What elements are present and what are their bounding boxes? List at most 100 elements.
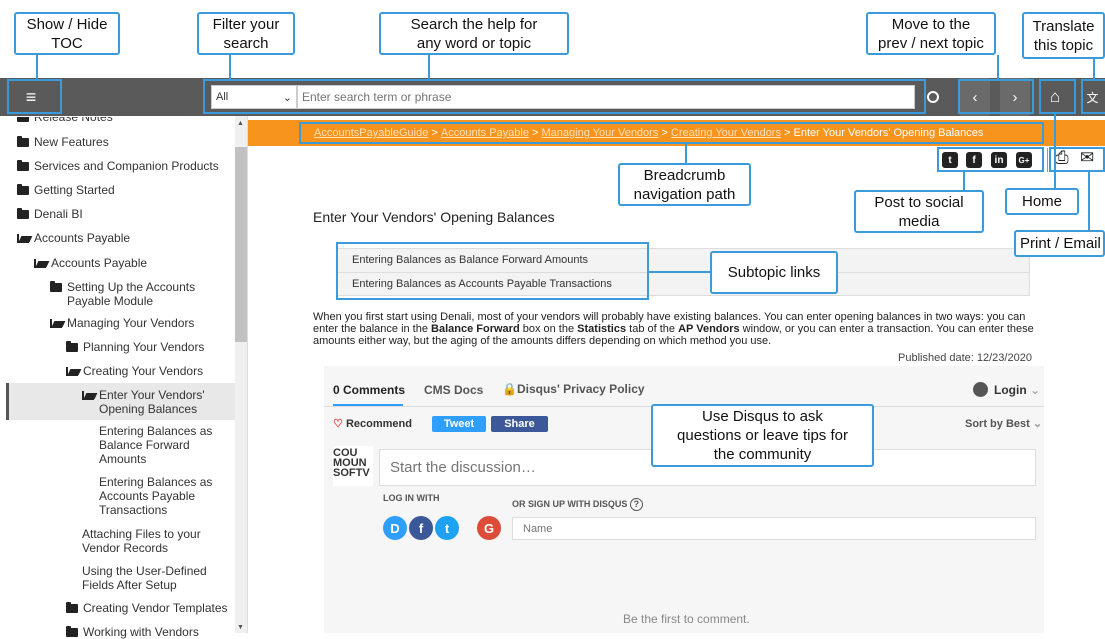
toc-item[interactable]: Entering Balances as Balance Forward Amo… xyxy=(99,424,212,466)
search-button[interactable] xyxy=(918,78,948,116)
callout-filter: Filter your search xyxy=(197,12,295,55)
facebook-login-icon[interactable]: f xyxy=(409,516,433,540)
avatar: COU MOUN SOFTV xyxy=(333,446,373,486)
breadcrumb-separator: > xyxy=(658,127,671,139)
breadcrumb-link[interactable]: Managing Your Vendors xyxy=(542,127,659,139)
toc-item[interactable]: Creating Vendor Templates xyxy=(66,601,228,615)
breadcrumb-separator: > xyxy=(528,127,542,139)
callout-social: Post to social media xyxy=(854,190,984,233)
leader-line xyxy=(428,55,430,79)
breadcrumb-separator: > xyxy=(428,127,441,139)
home-button[interactable]: ⌂ xyxy=(1040,78,1070,116)
folder-icon xyxy=(66,341,78,352)
scroll-up-arrow[interactable]: ▲ xyxy=(237,120,244,127)
social-divider xyxy=(1047,148,1048,172)
toc-item[interactable]: Planning Your Vendors xyxy=(66,340,204,354)
toc-item[interactable]: Denali BI xyxy=(17,207,83,221)
toc-item[interactable]: Attaching Files to your Vendor Records xyxy=(82,527,201,555)
toc-item-selected[interactable]: Enter Your Vendors' Opening Balances xyxy=(82,388,205,416)
breadcrumb: AccountsPayableGuide > Accounts Payable … xyxy=(248,120,1105,146)
twitter-login-icon[interactable]: t xyxy=(435,516,459,540)
callout-disqus: Use Disqus to ask questions or leave tip… xyxy=(651,404,874,467)
google-login-icon[interactable]: G xyxy=(477,516,501,540)
toc-item[interactable]: Using the User-Defined Fields After Setu… xyxy=(82,564,207,592)
folder-open-icon xyxy=(34,259,46,268)
next-topic-button[interactable]: › xyxy=(1000,78,1030,116)
toc-item[interactable]: Accounts Payable xyxy=(17,231,130,245)
toc-item[interactable]: Services and Companion Products xyxy=(17,159,219,173)
leader-line xyxy=(229,55,231,79)
toc-item[interactable]: Managing Your Vendors xyxy=(50,316,194,330)
folder-icon xyxy=(17,160,29,171)
published-date: Published date: 12/23/2020 xyxy=(898,352,1032,364)
toc-item[interactable]: Accounts Payable xyxy=(34,256,147,270)
folder-icon xyxy=(50,281,62,292)
tweet-button[interactable]: Tweet xyxy=(432,416,486,432)
subtopic-link[interactable]: Entering Balances as Balance Forward Amo… xyxy=(352,254,588,266)
search-input[interactable] xyxy=(297,85,915,109)
leader-line xyxy=(997,55,999,79)
chevron-left-icon: ‹ xyxy=(972,88,978,106)
privacy-tab[interactable]: 🔒Disqus' Privacy Policy xyxy=(502,382,645,396)
toc-scroll-thumb[interactable] xyxy=(235,147,247,342)
heart-icon: ♡ xyxy=(333,418,343,430)
callout-translate: Translate this topic xyxy=(1022,12,1105,59)
sort-dropdown[interactable]: Sort by Best ⌄ xyxy=(965,417,1042,430)
home-icon: ⌂ xyxy=(1049,87,1061,106)
callout-subtopic: Subtopic links xyxy=(710,251,838,294)
breadcrumb-link[interactable]: AccountsPayableGuide xyxy=(314,127,428,139)
toc-item[interactable]: Getting Started xyxy=(17,183,115,197)
breadcrumb-link[interactable]: Accounts Payable xyxy=(441,127,529,139)
toc-item[interactable]: New Features xyxy=(17,135,109,149)
leader-line xyxy=(1054,114,1056,188)
leader-line xyxy=(36,55,38,79)
folder-icon xyxy=(17,136,29,147)
toc-item[interactable]: Creating Your Vendors xyxy=(66,364,203,378)
share-button[interactable]: Share xyxy=(491,416,548,432)
search-icon xyxy=(927,91,939,103)
chevron-down-icon: ⌄ xyxy=(282,91,292,104)
callout-breadcrumb: Breadcrumb navigation path xyxy=(618,163,751,206)
scroll-down-arrow[interactable]: ▼ xyxy=(237,624,244,631)
breadcrumb-separator: > xyxy=(780,127,794,139)
translate-icon: 文 xyxy=(1086,90,1099,105)
folder-icon xyxy=(66,602,78,613)
filter-value: All xyxy=(216,91,229,103)
leader-line xyxy=(649,271,710,273)
empty-comments-text: Be the first to comment. xyxy=(623,612,750,626)
sign-up-label: OR SIGN UP WITH DISQUS ? xyxy=(512,498,643,511)
translate-button[interactable]: 文 xyxy=(1080,78,1105,116)
twitter-icon[interactable]: t xyxy=(942,152,958,168)
menu-icon: ≡ xyxy=(25,86,37,107)
callout-print: Print / Email xyxy=(1014,230,1105,257)
subtopic-link[interactable]: Entering Balances as Accounts Payable Tr… xyxy=(352,278,612,290)
toc-item[interactable]: Entering Balances as Accounts Payable Tr… xyxy=(99,475,212,517)
lock-icon: 🔒 xyxy=(502,382,517,396)
toc-toggle-button[interactable]: ≡ xyxy=(0,78,62,116)
login-button[interactable]: Login xyxy=(994,383,1027,397)
callout-home: Home xyxy=(1005,188,1079,215)
recommend-button[interactable]: ♡ Recommend xyxy=(333,417,412,430)
leader-line xyxy=(1093,59,1095,79)
toc-item[interactable]: Working with Vendors xyxy=(66,625,199,639)
help-icon: ? xyxy=(629,498,643,511)
comments-tab[interactable]: 0 Comments xyxy=(333,383,405,397)
folder-icon xyxy=(17,208,29,219)
linkedin-icon[interactable]: in xyxy=(991,152,1007,168)
breadcrumb-current: Enter Your Vendors' Opening Balances xyxy=(793,127,984,139)
toc-item[interactable]: Setting Up the Accounts Payable Module xyxy=(50,280,195,308)
facebook-icon[interactable]: f xyxy=(966,152,982,168)
folder-open-icon xyxy=(17,234,29,243)
print-icon[interactable]: ⎙ xyxy=(1055,148,1069,168)
chevron-right-icon: › xyxy=(1012,88,1018,106)
prev-topic-button[interactable]: ‹ xyxy=(960,78,990,116)
email-icon[interactable]: ✉ xyxy=(1080,148,1094,168)
disqus-login-icon[interactable]: D xyxy=(383,516,407,540)
log-in-with-label: LOG IN WITH xyxy=(383,493,440,503)
google-plus-icon[interactable]: G+ xyxy=(1016,152,1032,168)
name-field[interactable] xyxy=(512,517,1036,540)
leader-line xyxy=(685,144,687,163)
breadcrumb-link[interactable]: Creating Your Vendors xyxy=(671,127,781,139)
cms-docs-tab[interactable]: CMS Docs xyxy=(424,383,483,397)
search-filter-select[interactable]: All ⌄ xyxy=(211,85,297,109)
